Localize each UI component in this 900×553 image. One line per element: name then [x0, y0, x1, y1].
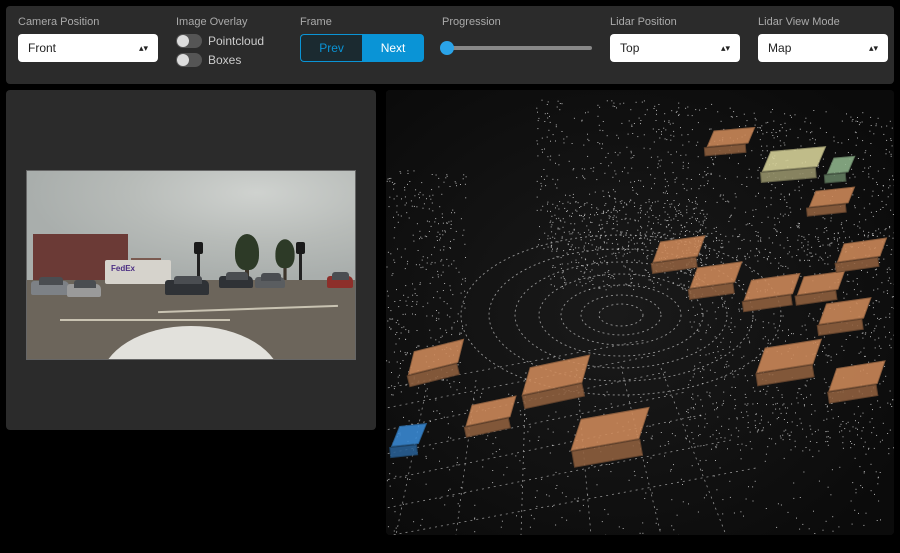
frame-buttons: Prev Next — [300, 34, 424, 62]
content: FedEx — [6, 90, 894, 535]
next-button-label: Next — [381, 41, 406, 55]
truck-logo: FedEx — [111, 264, 135, 273]
toggle-boxes[interactable] — [176, 53, 202, 67]
toggle-pointcloud-row: Pointcloud — [176, 34, 264, 48]
prev-button[interactable]: Prev — [300, 34, 362, 62]
toggle-pointcloud-label: Pointcloud — [208, 34, 264, 48]
camera-panel: FedEx — [6, 90, 376, 430]
camera-image[interactable]: FedEx — [26, 170, 356, 360]
lidar-box — [765, 147, 823, 172]
lidar-box — [839, 238, 885, 262]
toolbar: Camera Position Front ▴▾ Image Overlay P… — [6, 6, 894, 84]
lidar-box — [394, 424, 424, 447]
lidar-view-mode-label: Lidar View Mode — [758, 16, 888, 28]
lidar-box — [821, 298, 869, 324]
lidar-position-select[interactable]: Top ▴▾ — [610, 34, 740, 62]
progression-label: Progression — [442, 16, 592, 28]
image-overlay-toggles: Pointcloud Boxes — [176, 34, 264, 67]
lidar-box — [573, 408, 647, 450]
chevron-updown-icon: ▴▾ — [139, 43, 148, 54]
lidar-box — [829, 156, 852, 174]
lidar-box — [709, 127, 752, 147]
image-overlay-group: Image Overlay Pointcloud Boxes — [176, 16, 264, 67]
camera-position-select[interactable]: Front ▴▾ — [18, 34, 158, 62]
lidar-box — [831, 361, 884, 391]
lidar-view-mode-value: Map — [768, 41, 791, 55]
lidar-box — [523, 356, 589, 394]
progression-slider[interactable] — [442, 46, 592, 50]
lidar-view-mode-group: Lidar View Mode Map ▴▾ — [758, 16, 888, 62]
lidar-view-mode-select[interactable]: Map ▴▾ — [758, 34, 888, 62]
image-overlay-label: Image Overlay — [176, 16, 264, 28]
prev-button-label: Prev — [319, 41, 344, 55]
lidar-box — [746, 274, 798, 301]
lidar-box — [758, 340, 819, 373]
lidar-position-value: Top — [620, 41, 639, 55]
toggle-boxes-label: Boxes — [208, 53, 241, 67]
chevron-updown-icon: ▴▾ — [869, 43, 878, 54]
camera-position-value: Front — [28, 41, 56, 55]
lidar-box — [692, 262, 740, 288]
lidar-box — [466, 396, 515, 425]
progression-group: Progression — [442, 16, 592, 62]
frame-label: Frame — [300, 16, 424, 28]
lidar-boxes — [386, 90, 894, 535]
camera-position-label: Camera Position — [18, 16, 158, 28]
lidar-position-group: Lidar Position Top ▴▾ — [610, 16, 740, 62]
lidar-position-label: Lidar Position — [610, 16, 740, 28]
lidar-box — [811, 187, 852, 207]
camera-position-group: Camera Position Front ▴▾ — [18, 16, 158, 62]
lidar-box — [655, 236, 703, 262]
toggle-pointcloud[interactable] — [176, 34, 202, 48]
lidar-panel[interactable] — [386, 90, 894, 535]
lidar-box — [408, 340, 464, 374]
next-button[interactable]: Next — [362, 34, 424, 62]
frame-group: Frame Prev Next — [300, 16, 424, 62]
chevron-updown-icon: ▴▾ — [721, 43, 730, 54]
lidar-box — [799, 271, 843, 295]
toggle-boxes-row: Boxes — [176, 53, 264, 67]
